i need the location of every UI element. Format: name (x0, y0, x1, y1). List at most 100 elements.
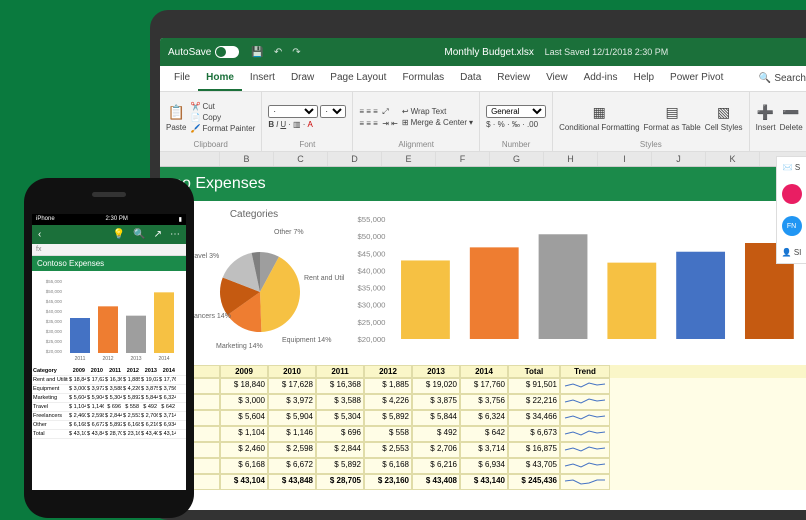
delete-icon: ➖ (781, 102, 801, 122)
svg-text:$20,000: $20,000 (46, 349, 63, 354)
group-cells: ➕Insert ➖Delete (750, 92, 806, 151)
titlebar: AutoSave 💾 ↶ ↷ Monthly Budget.xlsx Last … (160, 38, 806, 66)
find-icon[interactable]: 🔍 (133, 229, 145, 240)
svg-text:$35,000: $35,000 (46, 319, 63, 324)
size-select[interactable]: · (320, 105, 346, 118)
group-number: General $ · % · ‰ · .00 Number (480, 92, 553, 151)
redo-icon[interactable]: ↷ (292, 47, 300, 58)
insert-icon: ➕ (756, 102, 776, 122)
number-format-select[interactable]: General (486, 105, 546, 118)
sheet-title-cell[interactable]: so Expenses (160, 167, 806, 201)
svg-text:$50,000: $50,000 (357, 233, 385, 242)
phone-excel: iPhone2:30 PM▮ ‹ 💡 🔍 ↗ ⋯ fx Contoso Expe… (32, 214, 186, 490)
cell-styles-button[interactable]: ▧Cell Styles (705, 102, 743, 132)
group-alignment: ≡ ≡ ≡ ⤢ ≡ ≡ ≡ ⇥ ⇤ ↩︎Wrap Text ⊞Merge & C… (353, 92, 480, 151)
font-select[interactable]: · (268, 105, 318, 118)
ribbon: 📋Paste ✂️Cut 📄Copy 🖌️Format Painter Clip… (160, 92, 806, 152)
share-icon[interactable]: ↗ (154, 229, 162, 240)
svg-text:$35,000: $35,000 (357, 284, 385, 293)
svg-text:$55,000: $55,000 (46, 279, 63, 284)
phone-sheet-title[interactable]: Contoso Expenses (32, 256, 186, 271)
tab-power-pivot[interactable]: Power Pivot (662, 66, 731, 91)
svg-text:$40,000: $40,000 (46, 309, 63, 314)
svg-text:$25,000: $25,000 (357, 318, 385, 327)
signin-icon[interactable]: 👤 SI (782, 248, 802, 257)
svg-text:$55,000: $55,000 (357, 215, 385, 224)
tab-view[interactable]: View (538, 66, 576, 91)
wrap-icon: ↩︎ (402, 107, 409, 116)
window-title: Monthly Budget.xlsx Last Saved 12/1/2018… (301, 47, 806, 58)
tab-help[interactable]: Help (625, 66, 662, 91)
svg-text:Other 7%: Other 7% (274, 229, 304, 236)
merge-button[interactable]: ⊞Merge & Center ▾ (402, 118, 473, 127)
cut-button[interactable]: ✂️Cut (190, 102, 255, 111)
svg-text:$45,000: $45,000 (357, 250, 385, 259)
copy-button[interactable]: 📄Copy (190, 113, 255, 122)
quick-access: 💾 ↶ ↷ (251, 47, 300, 58)
toggle-icon (215, 46, 239, 58)
tab-page-layout[interactable]: Page Layout (322, 66, 394, 91)
font-style-row[interactable]: B I U · ▥ · A (268, 120, 346, 129)
phone-data-table[interactable]: Category200920102011201220132014Rent and… (32, 367, 186, 439)
tab-file[interactable]: File (166, 66, 198, 91)
align-row1[interactable]: ≡ ≡ ≡ ⤢ (359, 107, 398, 117)
group-styles: ▦Conditional Formatting ▤Format as Table… (553, 92, 750, 151)
avatar-user1[interactable] (782, 184, 802, 204)
tab-review[interactable]: Review (489, 66, 538, 91)
phone-frame: iPhone2:30 PM▮ ‹ 💡 🔍 ↗ ⋯ fx Contoso Expe… (24, 178, 194, 518)
delete-cells-button[interactable]: ➖Delete (780, 102, 803, 132)
svg-text:$30,000: $30,000 (357, 301, 385, 310)
phone-toolbar: ‹ 💡 🔍 ↗ ⋯ (32, 225, 186, 244)
conditional-formatting-button[interactable]: ▦Conditional Formatting (559, 102, 639, 132)
svg-text:$20,000: $20,000 (357, 335, 385, 344)
save-icon[interactable]: 💾 (251, 47, 263, 58)
svg-text:$40,000: $40,000 (357, 267, 385, 276)
tab-data[interactable]: Data (452, 66, 489, 91)
phone-bar-chart[interactable]: $55,000$50,000$45,000$40,000$35,000$30,0… (32, 271, 186, 367)
tab-insert[interactable]: Insert (242, 66, 283, 91)
tab-draw[interactable]: Draw (283, 66, 322, 91)
search-box[interactable]: 🔍 Search (751, 66, 806, 91)
svg-text:2012: 2012 (102, 356, 113, 361)
data-table[interactable]: 200920102011201220132014TotalTrendUtilit… (160, 365, 806, 490)
tab-add-ins[interactable]: Add-ins (576, 66, 626, 91)
svg-text:2014: 2014 (158, 356, 169, 361)
copy-icon: 📄 (190, 113, 200, 122)
chart-area: Categories Other 7%Rent and Utilities 37… (160, 201, 806, 365)
cut-icon: ✂️ (190, 102, 200, 111)
column-headers[interactable]: BCDEFGHIJK (160, 152, 806, 167)
avatar-user2[interactable]: FN (782, 216, 802, 236)
more-icon[interactable]: ⋯ (170, 229, 180, 240)
undo-icon[interactable]: ↶ (274, 47, 282, 58)
back-icon[interactable]: ‹ (38, 229, 41, 240)
group-clipboard: 📋Paste ✂️Cut 📄Copy 🖌️Format Painter Clip… (160, 92, 262, 151)
format-painter-button[interactable]: 🖌️Format Painter (190, 124, 255, 133)
align-row2[interactable]: ≡ ≡ ≡ ⇥ ⇤ (359, 119, 398, 128)
group-font: · · B I U · ▥ · A Font (262, 92, 353, 151)
tab-home[interactable]: Home (198, 66, 242, 91)
table-icon: ▤ (662, 102, 682, 122)
condfmt-icon: ▦ (589, 102, 609, 122)
svg-text:2013: 2013 (130, 356, 141, 361)
format-as-table-button[interactable]: ▤Format as Table (644, 102, 701, 132)
svg-text:Equipment 14%: Equipment 14% (282, 337, 331, 344)
styles-icon: ▧ (714, 102, 734, 122)
svg-text:$25,000: $25,000 (46, 339, 63, 344)
number-btns[interactable]: $ · % · ‰ · .00 (486, 120, 546, 129)
collab-panel: ✉️ S FN 👤 SI (776, 156, 806, 264)
svg-text:2011: 2011 (75, 356, 86, 361)
mail-icon[interactable]: ✉️ S (783, 163, 801, 172)
lightbulb-icon[interactable]: 💡 (113, 229, 125, 240)
phone-statusbar: iPhone2:30 PM▮ (32, 214, 186, 225)
paste-icon: 📋 (166, 102, 186, 122)
paste-button[interactable]: 📋Paste (166, 102, 186, 132)
svg-text:$45,000: $45,000 (46, 299, 63, 304)
search-icon: 🔍 (759, 73, 771, 84)
excel-window: AutoSave 💾 ↶ ↷ Monthly Budget.xlsx Last … (160, 38, 806, 510)
formula-bar[interactable]: fx (32, 244, 186, 256)
tab-formulas[interactable]: Formulas (394, 66, 452, 91)
wrap-text-button[interactable]: ↩︎Wrap Text (402, 107, 473, 116)
bar-chart[interactable]: $55,000 $50,000 $45,000 $40,000 $35,000 $30,0… (350, 209, 806, 357)
insert-cells-button[interactable]: ➕Insert (756, 102, 776, 132)
autosave-toggle[interactable]: AutoSave (168, 46, 239, 58)
